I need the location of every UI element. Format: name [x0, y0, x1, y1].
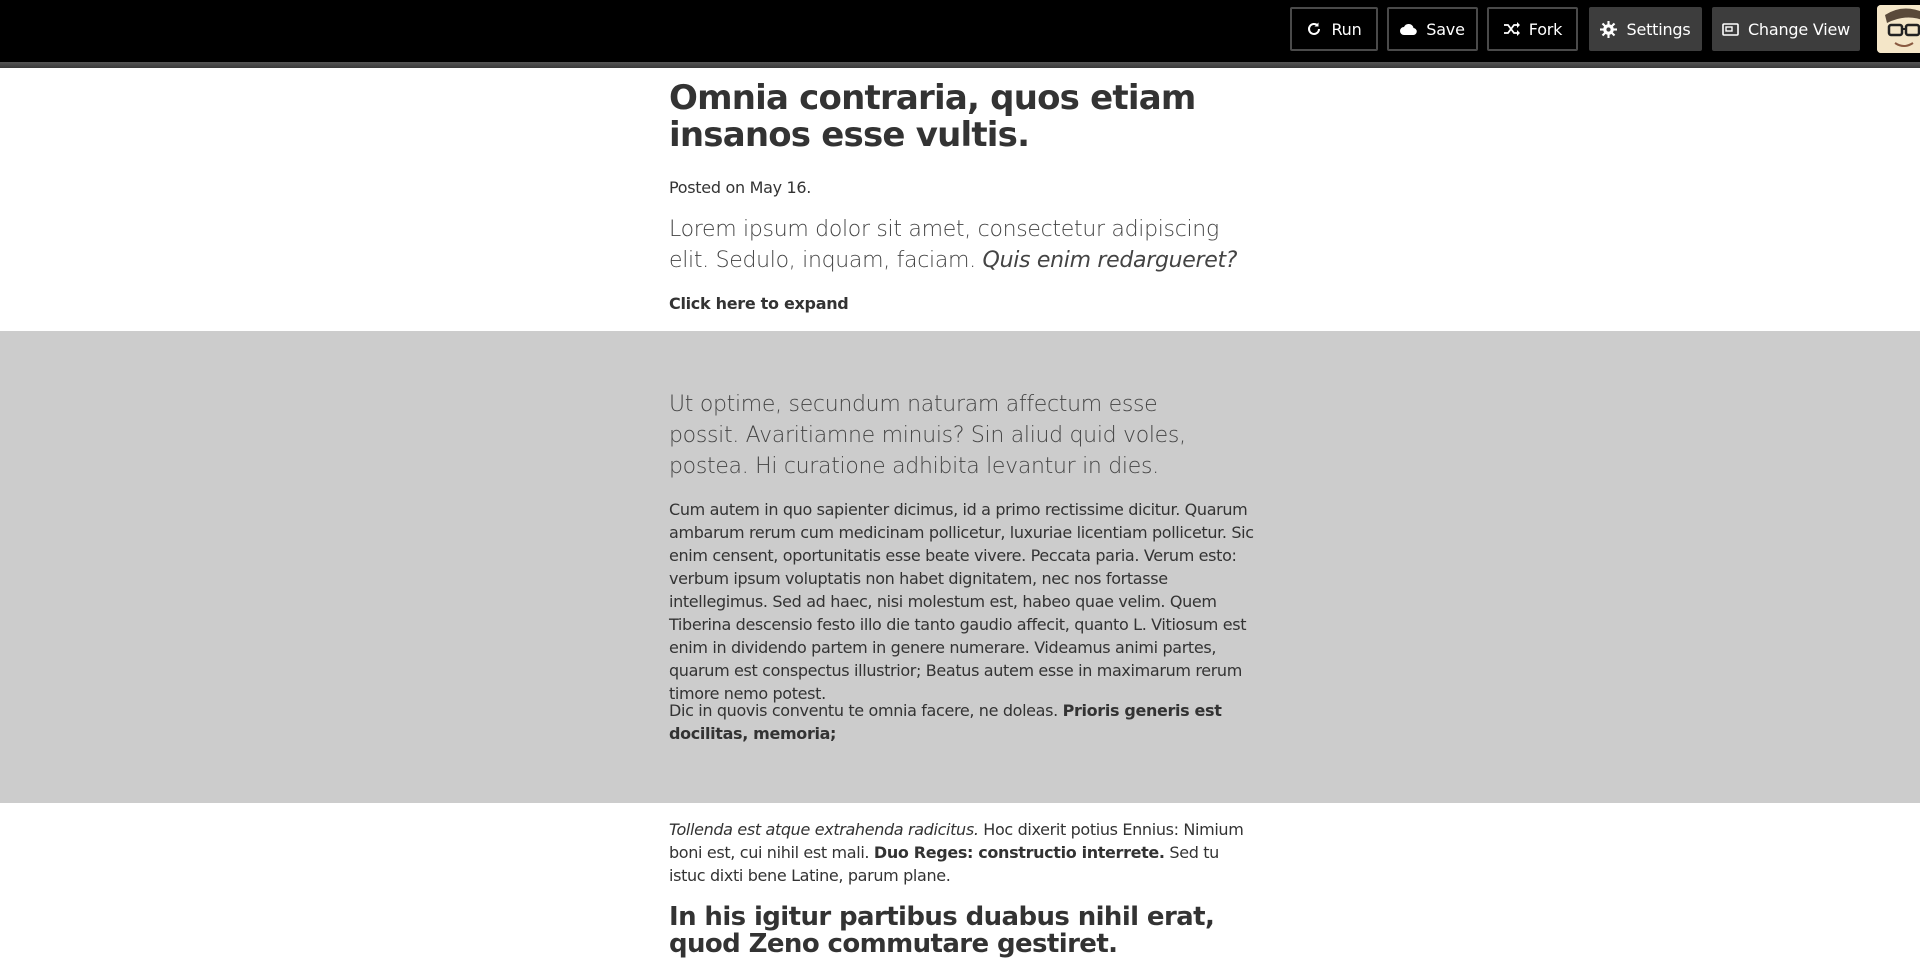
paragraph-bold-text: Duo Reges: constructio interrete.: [873, 843, 1165, 862]
window-icon: [1722, 22, 1739, 36]
section-heading: In his igitur partibus duabus nihil erat…: [669, 902, 1215, 959]
cloud-icon: [1400, 23, 1417, 35]
article-paragraph: Tollenda est atque extrahenda radicitus.…: [669, 818, 1257, 887]
gear-icon: [1600, 20, 1618, 38]
run-button[interactable]: Run: [1290, 7, 1378, 51]
shuffle-icon: [1503, 22, 1520, 36]
article-lede: Lorem ipsum dolor sit amet, consectetur …: [669, 214, 1259, 276]
refresh-icon: [1306, 21, 1322, 37]
lede-italic-text: Quis enim redargueret?: [982, 248, 1238, 273]
change-view-button-label: Change View: [1747, 19, 1851, 39]
expanded-paragraph: Cum autem in quo sapienter dicimus, id a…: [669, 500, 1254, 703]
save-button[interactable]: Save: [1387, 7, 1478, 51]
toolbar-divider: [0, 62, 1920, 68]
article-title: Omnia contraria, quos etiam insanos esse…: [669, 78, 1196, 155]
fork-button-label: Fork: [1528, 19, 1563, 39]
post-date: Posted on May 16.: [669, 178, 812, 197]
expand-link[interactable]: Click here to expand: [669, 292, 849, 316]
expanded-paragraph-2: Dic in quovis conventu te omnia facere, …: [669, 699, 1257, 745]
settings-button[interactable]: Settings: [1589, 7, 1702, 51]
expanded-lede: Ut optime, secundum naturam affectum ess…: [669, 392, 1186, 479]
paragraph-text: Dic in quovis conventu te omnia facere, …: [669, 701, 1063, 720]
save-button-label: Save: [1426, 19, 1465, 39]
change-view-button[interactable]: Change View: [1712, 7, 1860, 51]
run-button-label: Run: [1331, 19, 1362, 39]
settings-button-label: Settings: [1626, 19, 1691, 39]
user-avatar[interactable]: [1877, 5, 1920, 53]
fork-button[interactable]: Fork: [1487, 7, 1578, 51]
paragraph-italic-text: Tollenda est atque extrahenda radicitus.: [669, 820, 979, 839]
